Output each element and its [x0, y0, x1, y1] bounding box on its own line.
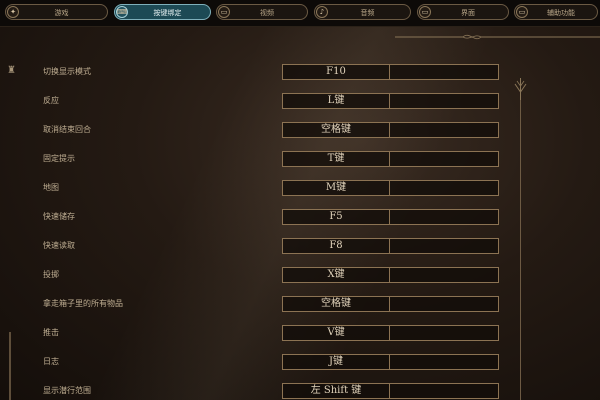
secondary-key-slot[interactable] [390, 238, 499, 254]
keybinding-row: 推击 V键 [0, 325, 520, 341]
scrollbar-handle[interactable] [514, 78, 527, 100]
action-label: 固定提示 [43, 154, 75, 163]
action-label: 取消结束回合 [43, 125, 91, 134]
action-label: 反应 [43, 96, 59, 105]
primary-key-slot[interactable]: X键 [282, 267, 390, 283]
action-label: 切换显示模式 [43, 67, 91, 76]
tab-accessibility[interactable]: ▭ 辅助功能 [514, 4, 598, 20]
tab-audio[interactable]: ♪ 音频 [314, 4, 411, 20]
primary-key-slot[interactable]: M键 [282, 180, 390, 196]
primary-key-slot[interactable]: F10 [282, 64, 390, 80]
speaker-icon: ♪ [316, 6, 328, 18]
monitor-icon: ▭ [516, 6, 528, 18]
keybinding-row: 快速读取 F8 [0, 238, 520, 254]
header-ornament [395, 34, 600, 40]
primary-key-slot[interactable]: 左 Shift 键 [282, 383, 390, 399]
keybinding-row: 日志 J键 [0, 354, 520, 370]
secondary-key-slot[interactable] [390, 180, 499, 196]
keybinding-row: 固定提示 T键 [0, 151, 520, 167]
tab-gameplay[interactable]: ✦ 游戏 [5, 4, 108, 20]
primary-key-slot[interactable]: 空格键 [282, 122, 390, 138]
scrollbar-track[interactable] [520, 85, 521, 400]
tab-interface[interactable]: ▭ 界面 [417, 4, 509, 20]
monitor-icon: ▭ [419, 6, 431, 18]
secondary-key-slot[interactable] [390, 325, 499, 341]
keybinding-row: 地图 M键 [0, 180, 520, 196]
keybinding-row: 反应 L键 [0, 93, 520, 109]
tab-label: 辅助功能 [547, 9, 575, 17]
secondary-key-slot[interactable] [390, 93, 499, 109]
keybinding-row: 投掷 X键 [0, 267, 520, 283]
tab-label: 界面 [461, 9, 475, 17]
monitor-icon: ▭ [218, 6, 230, 18]
primary-key-slot[interactable]: L键 [282, 93, 390, 109]
action-label: 快速储存 [43, 212, 75, 221]
keybinding-row: 快速储存 F5 [0, 209, 520, 225]
primary-key-slot[interactable]: V键 [282, 325, 390, 341]
secondary-key-slot[interactable] [390, 267, 499, 283]
tab-label: 音频 [360, 9, 375, 17]
secondary-key-slot[interactable] [390, 122, 499, 138]
primary-key-slot[interactable]: J键 [282, 354, 390, 370]
action-label: 拿走箱子里的所有物品 [43, 299, 123, 308]
primary-key-slot[interactable]: F5 [282, 209, 390, 225]
settings-tab-bar: ✦ 游戏 ⌨ 按键绑定 ▭ 视频 ♪ 音频 ▭ 界面 ▭ 辅助功能 [0, 0, 600, 27]
tab-label: 视频 [260, 9, 274, 17]
action-label: 显示潜行范围 [43, 386, 91, 395]
gamepad-icon: ✦ [7, 6, 19, 18]
keybinding-row: 切换显示模式 F10 [0, 64, 520, 80]
action-label: 投掷 [43, 270, 59, 279]
left-scroll-indicator [9, 332, 11, 400]
action-label: 地图 [43, 183, 59, 192]
primary-key-slot[interactable]: F8 [282, 238, 390, 254]
secondary-key-slot[interactable] [390, 151, 499, 167]
keybinding-row: 显示潜行范围 左 Shift 键 [0, 383, 520, 399]
keybinding-row: 拿走箱子里的所有物品 空格键 [0, 296, 520, 312]
tab-video[interactable]: ▭ 视频 [216, 4, 308, 20]
tab-keybindings[interactable]: ⌨ 按键绑定 [114, 4, 211, 20]
secondary-key-slot[interactable] [390, 296, 499, 312]
primary-key-slot[interactable]: 空格键 [282, 296, 390, 312]
tab-label: 按键绑定 [153, 9, 182, 17]
action-label: 日志 [43, 357, 59, 366]
secondary-key-slot[interactable] [390, 209, 499, 225]
tab-label: 游戏 [54, 9, 69, 17]
secondary-key-slot[interactable] [390, 354, 499, 370]
secondary-key-slot[interactable] [390, 383, 499, 399]
action-label: 推击 [43, 328, 59, 337]
keybinding-row: 取消结束回合 空格键 [0, 122, 520, 138]
action-label: 快速读取 [43, 241, 75, 250]
primary-key-slot[interactable]: T键 [282, 151, 390, 167]
secondary-key-slot[interactable] [390, 64, 499, 80]
keyboard-icon: ⌨ [116, 6, 128, 18]
